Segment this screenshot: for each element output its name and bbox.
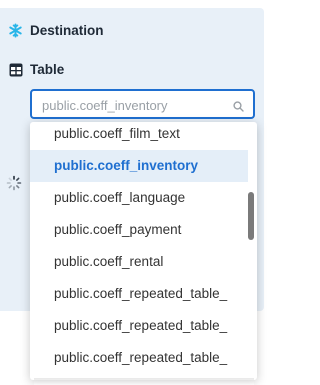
- dropdown-option[interactable]: public.coeff_language: [30, 182, 248, 214]
- snowflake-icon: [8, 23, 23, 38]
- dropdown-option[interactable]: public.coeff_repeated_table_: [30, 342, 248, 374]
- dropdown-option[interactable]: public.coeff_repeated_table_: [30, 278, 248, 310]
- dropdown-bottom-shadow: [34, 378, 254, 385]
- table-picker-screen: Destination Table public.coeff_inventory…: [0, 0, 276, 385]
- dropdown-option-selected[interactable]: public.coeff_inventory: [30, 150, 248, 182]
- dropdown-option[interactable]: public.coeff_film_text: [30, 122, 248, 150]
- dropdown-option[interactable]: public.coeff_repeated_table_: [30, 310, 248, 342]
- table-dropdown-list[interactable]: public.coeff_film_text public.coeff_inve…: [30, 122, 257, 380]
- dropdown-option[interactable]: public.coeff_rental: [30, 246, 248, 278]
- table-search-input[interactable]: [42, 96, 222, 114]
- destination-label: Destination: [30, 23, 104, 38]
- destination-header: Destination: [8, 23, 104, 38]
- dropdown-scrollbar-thumb[interactable]: [248, 192, 254, 240]
- table-icon: [8, 62, 23, 77]
- table-search-field[interactable]: [30, 89, 255, 119]
- search-icon: [233, 99, 244, 112]
- table-header: Table: [8, 62, 64, 77]
- loading-spinner-icon: [6, 175, 22, 191]
- dropdown-option[interactable]: public.coeff_payment: [30, 214, 248, 246]
- table-label: Table: [30, 62, 65, 77]
